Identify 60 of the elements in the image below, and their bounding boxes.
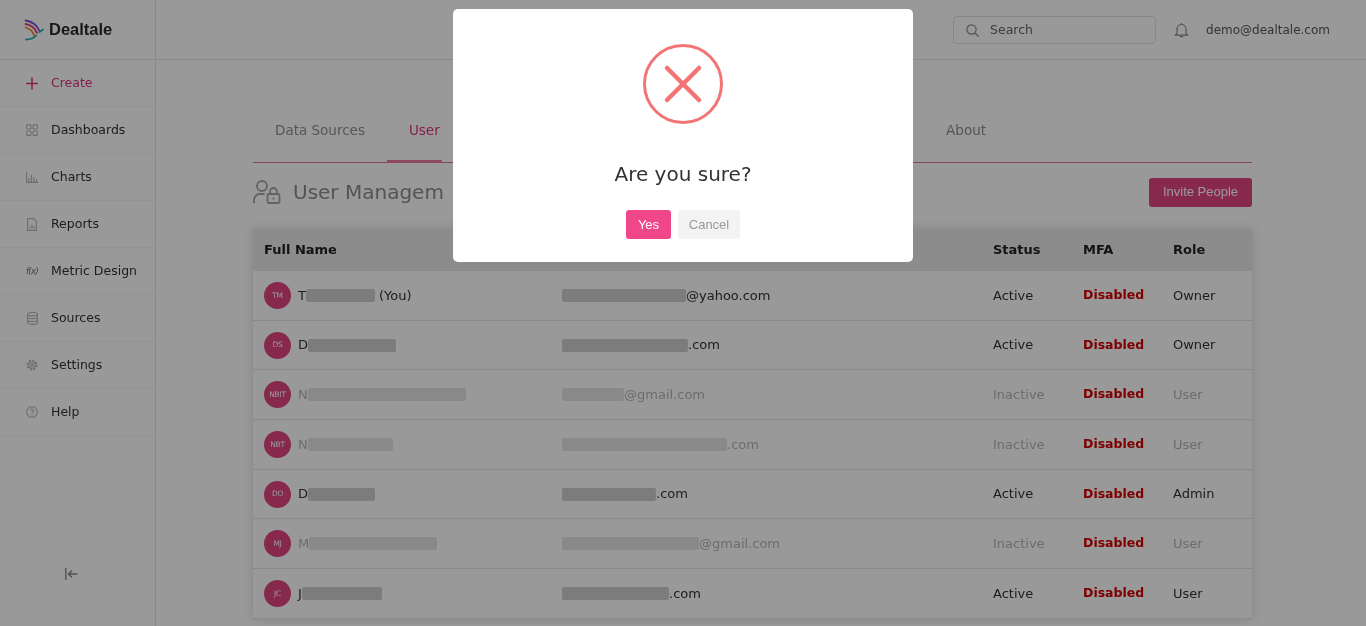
sidebar-item[interactable]: Sources <box>0 295 155 342</box>
email-text: .com <box>669 584 701 603</box>
tab[interactable]: User <box>386 108 442 163</box>
mfa-text: Disabled <box>1083 335 1145 354</box>
plus-icon <box>26 76 38 90</box>
database-icon <box>26 311 38 325</box>
user-email-link[interactable]: demo@dealtale.com <box>1206 20 1330 39</box>
sidebar-item[interactable]: f(x) Metric Design <box>0 248 155 295</box>
mfa-text: Disabled <box>1083 285 1145 304</box>
column-header: Role <box>1173 242 1206 258</box>
name-text: T <box>298 286 306 305</box>
role-text: Owner <box>1173 286 1216 305</box>
user-lock-icon <box>253 180 281 204</box>
mfa-text: Disabled <box>1083 534 1145 553</box>
page-title: User Managem <box>293 180 444 204</box>
help-icon <box>26 406 38 418</box>
status-text: Active <box>993 584 1034 603</box>
role-text: User <box>1173 584 1203 603</box>
sidebar-item[interactable]: Help <box>0 389 155 436</box>
notification-bell-icon[interactable] <box>1174 21 1190 38</box>
status-text: Active <box>993 336 1034 355</box>
sidebar-item[interactable]: Dashboards <box>0 107 155 154</box>
status-text: Active <box>993 286 1034 305</box>
sidebar-item[interactable]: Create <box>0 60 155 107</box>
error-icon <box>643 44 723 124</box>
email-text: @yahoo.com <box>686 286 771 305</box>
invite-people-button[interactable]: Invite People <box>1149 177 1252 207</box>
document-icon <box>27 217 37 231</box>
mfa-text: Disabled <box>1083 484 1145 503</box>
redacted-name-bar <box>308 487 375 501</box>
mfa-text: Disabled <box>1083 584 1145 603</box>
sidebar-item[interactable]: Charts <box>0 154 155 201</box>
search-icon <box>966 23 980 37</box>
sidebar-item[interactable]: Settings <box>0 342 155 389</box>
column-header: Status <box>993 242 1041 258</box>
search-field[interactable]: Search <box>953 15 1157 44</box>
sidebar-item[interactable]: Reports <box>0 201 155 248</box>
email-text: .com <box>688 336 720 355</box>
function-symbol: f(x) <box>25 264 39 278</box>
logo-icon[interactable] <box>24 18 44 41</box>
yes-button[interactable]: Yes <box>626 210 671 239</box>
redacted-name-bar <box>305 288 375 302</box>
name-text: J <box>298 584 302 603</box>
column-header: Full Name <box>264 242 337 258</box>
dialog-title: Are you sure? <box>614 162 752 186</box>
role-text: Admin <box>1173 485 1215 504</box>
column-header: MFA <box>1083 242 1114 258</box>
name-text: D <box>298 485 308 504</box>
logo-text[interactable]: Dealtale <box>49 21 113 38</box>
email-text: .com <box>656 485 688 504</box>
gear-icon <box>26 359 38 371</box>
grid-icon <box>26 124 38 136</box>
you-label: (You) <box>378 286 412 305</box>
mfa-text: Disabled <box>1083 385 1145 404</box>
status-text: Active <box>993 485 1034 504</box>
bar-chart-icon <box>26 171 38 183</box>
role-text: Owner <box>1173 336 1216 355</box>
name-text: D <box>298 336 308 355</box>
collapse-sidebar-icon[interactable] <box>65 568 78 580</box>
mfa-text: Disabled <box>1083 435 1145 454</box>
